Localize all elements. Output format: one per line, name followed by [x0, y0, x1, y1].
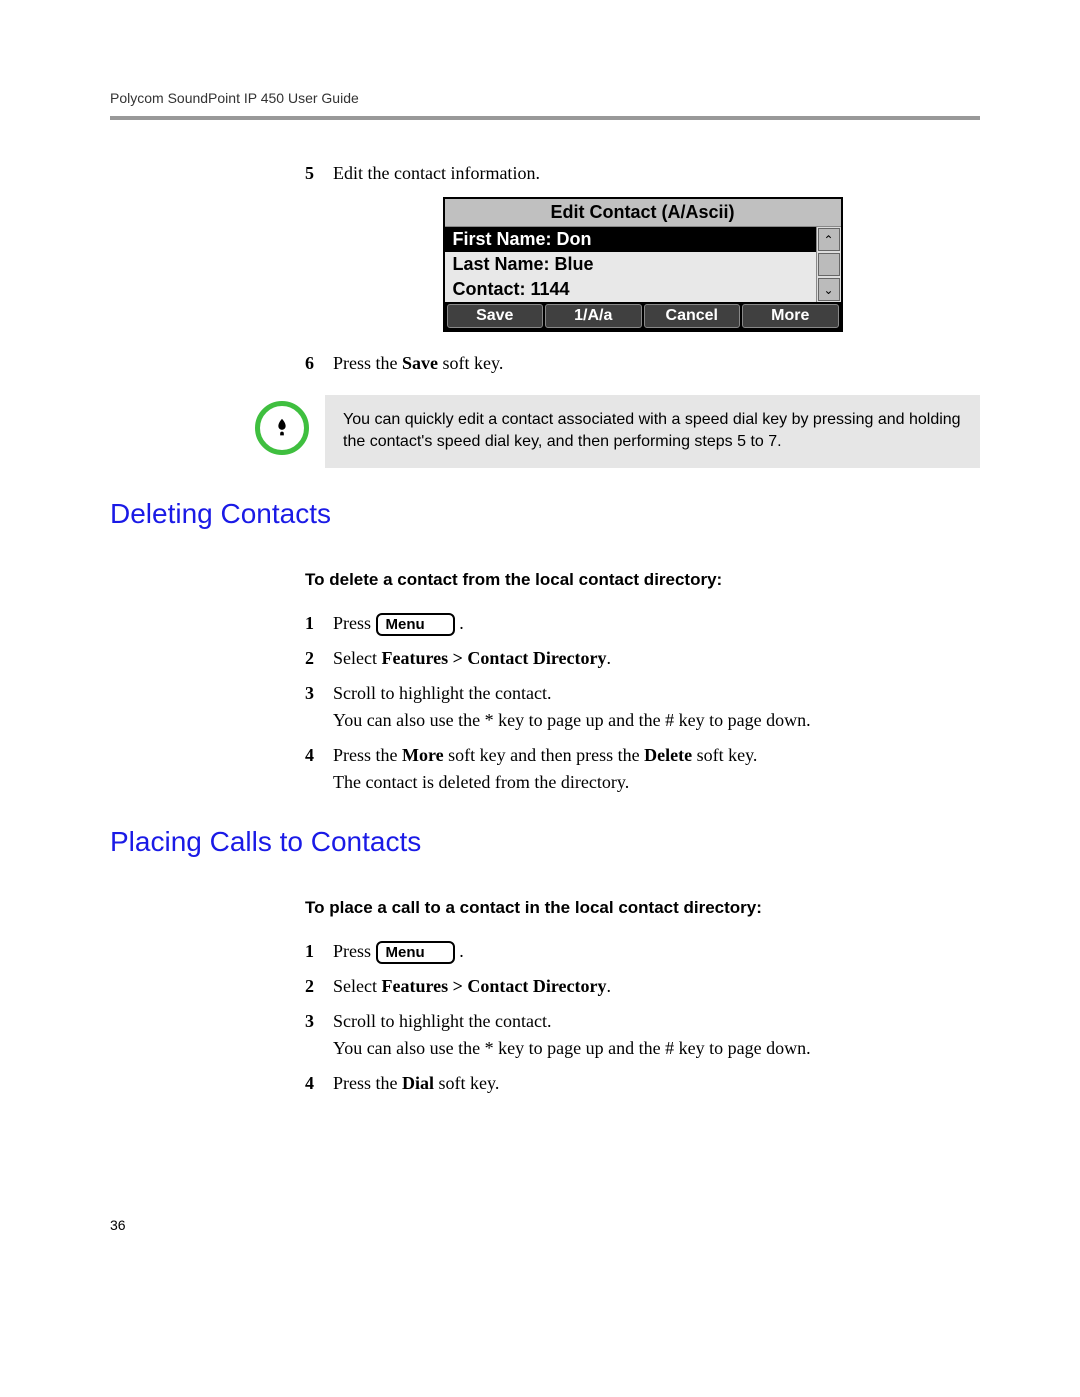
step-text: Press the Save soft key. — [333, 350, 980, 377]
step-text: Press the Dial soft key. — [333, 1070, 980, 1097]
scroll-up-icon: ⌃ — [818, 228, 840, 251]
step-row: 3 Scroll to highlight the contact. You c… — [305, 680, 980, 734]
page-header: Polycom SoundPoint IP 450 User Guide — [110, 90, 980, 120]
step-row: 2 Select Features > Contact Directory. — [305, 645, 980, 672]
softkey-mode: 1/A/a — [545, 304, 642, 328]
step-text: Scroll to highlight the contact. You can… — [333, 680, 980, 734]
step-text: Select Features > Contact Directory. — [333, 973, 980, 1000]
step-row: 1 Press Menu . — [305, 938, 980, 965]
softkey-save: Save — [447, 304, 544, 328]
page-number: 36 — [110, 1217, 980, 1233]
subheading-place-call: To place a call to a contact in the loca… — [305, 898, 980, 918]
softkey-more: More — [742, 304, 839, 328]
step-row: 3 Scroll to highlight the contact. You c… — [305, 1008, 980, 1062]
tip-icon — [255, 401, 309, 455]
step-number: 3 — [305, 680, 333, 734]
menu-button-icon: Menu — [376, 941, 455, 965]
scroll-down-icon: ⌄ — [818, 278, 840, 301]
step-text: Edit the contact information. — [333, 160, 980, 187]
step-number: 5 — [305, 160, 333, 187]
step-text: Press the More soft key and then press t… — [333, 742, 980, 796]
phone-field-contact: Contact: 1144 — [445, 277, 816, 302]
step-text: Scroll to highlight the contact. You can… — [333, 1008, 980, 1062]
step-number: 1 — [305, 610, 333, 637]
step-number: 3 — [305, 1008, 333, 1062]
step-number: 6 — [305, 350, 333, 377]
step-number: 1 — [305, 938, 333, 965]
subheading-delete: To delete a contact from the local conta… — [305, 570, 980, 590]
heading-deleting-contacts: Deleting Contacts — [110, 498, 980, 530]
phone-scrollbar: ⌃ ⌄ — [816, 227, 841, 302]
menu-button-icon: Menu — [376, 613, 455, 637]
step-text: Select Features > Contact Directory. — [333, 645, 980, 672]
step-row: 4 Press the More soft key and then press… — [305, 742, 980, 796]
step-number: 2 — [305, 645, 333, 672]
phone-field-firstname: First Name: Don — [445, 227, 816, 252]
step-number: 4 — [305, 1070, 333, 1097]
scroll-thumb — [818, 253, 840, 276]
step-row: 2 Select Features > Contact Directory. — [305, 973, 980, 1000]
step-6: 6 Press the Save soft key. — [305, 350, 980, 377]
step-number: 4 — [305, 742, 333, 796]
phone-screenshot: Edit Contact (A/Ascii) First Name: Don L… — [443, 197, 843, 332]
step-row: 1 Press Menu . — [305, 610, 980, 637]
step-row: 4 Press the Dial soft key. — [305, 1070, 980, 1097]
tip-text: You can quickly edit a contact associate… — [325, 395, 980, 468]
tip-callout: You can quickly edit a contact associate… — [255, 395, 980, 468]
step-text: Press Menu . — [333, 938, 980, 965]
phone-title: Edit Contact (A/Ascii) — [445, 199, 841, 227]
phone-field-lastname: Last Name: Blue — [445, 252, 816, 277]
heading-placing-calls: Placing Calls to Contacts — [110, 826, 980, 858]
step-number: 2 — [305, 973, 333, 1000]
softkey-cancel: Cancel — [644, 304, 741, 328]
step-text: Press Menu . — [333, 610, 980, 637]
step-5: 5 Edit the contact information. — [305, 160, 980, 187]
